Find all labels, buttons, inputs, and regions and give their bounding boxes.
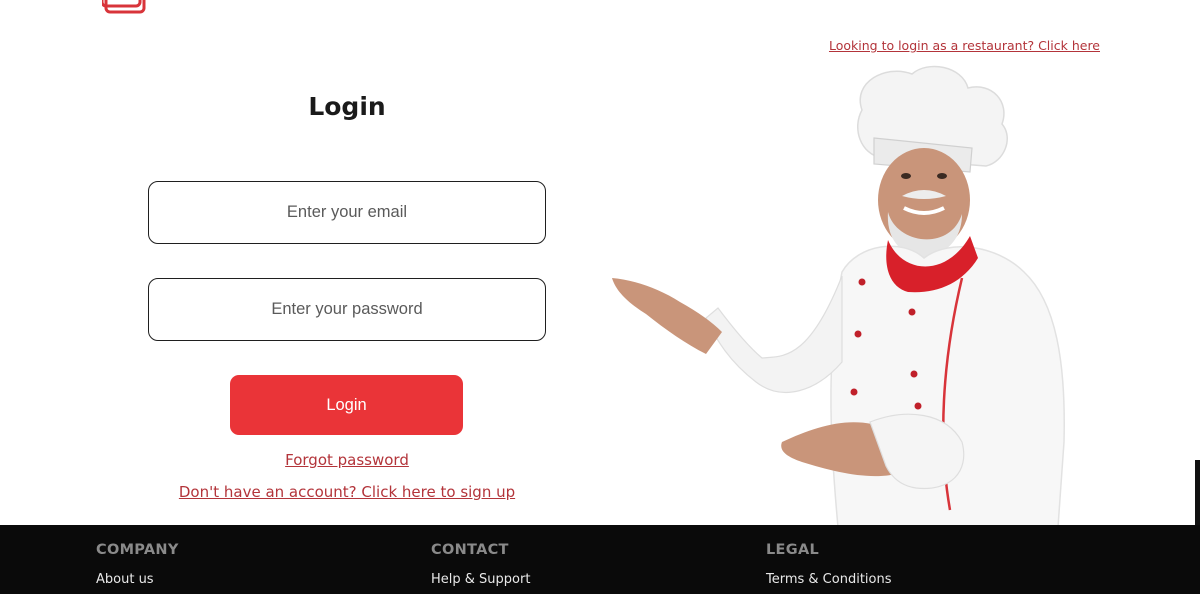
footer: COMPANY About us CONTACT Help & Support … [0, 525, 1200, 594]
footer-column-company: COMPANY About us [96, 542, 179, 587]
footer-column-legal: LEGAL Terms & Conditions [766, 542, 892, 587]
footer-column-contact: CONTACT Help & Support [431, 542, 530, 587]
password-field[interactable] [148, 278, 546, 341]
chef-image [612, 65, 1065, 527]
scrollbar-edge [1195, 460, 1200, 530]
page-title: Login [308, 92, 386, 121]
email-field[interactable] [148, 181, 546, 244]
footer-heading-contact: CONTACT [431, 542, 509, 558]
footer-heading-legal: LEGAL [766, 542, 820, 558]
footer-link-about-us[interactable]: About us [96, 572, 179, 587]
footer-link-help-support[interactable]: Help & Support [431, 572, 530, 587]
footer-link-terms[interactable]: Terms & Conditions [766, 572, 892, 587]
restaurant-login-link[interactable]: Looking to login as a restaurant? Click … [700, 38, 1100, 53]
signup-link[interactable]: Don't have an account? Click here to sig… [100, 483, 594, 501]
footer-heading-company: COMPANY [96, 542, 179, 558]
forgot-password-link[interactable]: Forgot password [100, 451, 594, 469]
login-button[interactable]: Login [230, 375, 463, 435]
logo-icon[interactable] [102, 0, 146, 15]
